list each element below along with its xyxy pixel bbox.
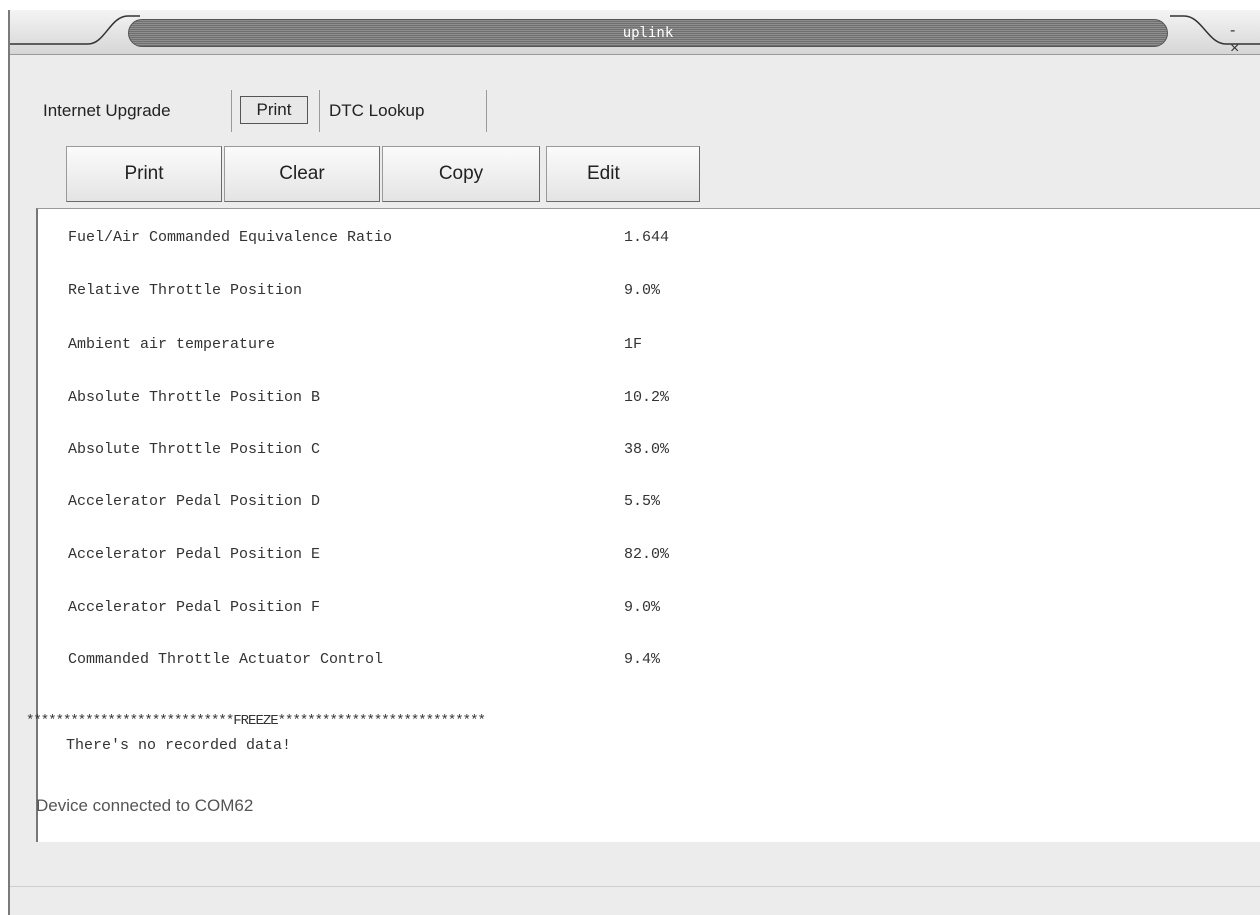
title-pill: uplink xyxy=(128,19,1168,47)
reading-label: Relative Throttle Position xyxy=(68,282,303,299)
reading-label: Fuel/Air Commanded Equivalence Ratio xyxy=(68,229,393,246)
status-text: Device connected to COM62 xyxy=(36,796,254,815)
tab-dtc-lookup[interactable]: DTC Lookup xyxy=(321,90,487,132)
reading-value: 10.2% xyxy=(624,389,670,406)
clear-button[interactable]: Clear xyxy=(224,146,380,202)
reading-label: Ambient air temperature xyxy=(68,336,276,353)
title-bar[interactable]: uplink - × xyxy=(10,10,1260,58)
reading-label: Commanded Throttle Actuator Control xyxy=(68,651,384,668)
freeze-message: There's no recorded data! xyxy=(66,737,292,754)
reading-value: 82.0% xyxy=(624,546,670,563)
tab-print[interactable]: Print xyxy=(232,90,320,132)
reading-label: Accelerator Pedal Position D xyxy=(68,493,321,510)
status-bar-divider xyxy=(10,886,1260,887)
freeze-separator: ****************************FREEZE******… xyxy=(26,713,486,729)
reading-value: 5.5% xyxy=(624,493,661,510)
reading-value: 9.0% xyxy=(624,599,661,616)
print-output-textarea[interactable]: Fuel/Air Commanded Equivalence Ratio 1.6… xyxy=(26,208,1260,842)
reading-label: Accelerator Pedal Position E xyxy=(68,546,321,563)
reading-label: Accelerator Pedal Position F xyxy=(68,599,321,616)
tab-internet-upgrade[interactable]: Internet Upgrade xyxy=(35,90,232,132)
copy-button[interactable]: Copy xyxy=(382,146,540,202)
app-window: uplink - × Internet Upgrade Print DTC Lo… xyxy=(8,10,1260,915)
window-controls[interactable]: - × xyxy=(1230,22,1260,58)
tab-print-label: Print xyxy=(240,96,308,124)
reading-value: 38.0% xyxy=(624,441,670,458)
window-title: uplink xyxy=(622,25,674,41)
print-button[interactable]: Print xyxy=(66,146,222,202)
reading-value: 1.644 xyxy=(624,229,670,246)
reading-label: Absolute Throttle Position B xyxy=(68,389,321,406)
reading-label: Absolute Throttle Position C xyxy=(68,441,321,458)
reading-value: 9.4% xyxy=(624,651,661,668)
title-bar-left-corner xyxy=(10,15,140,45)
reading-value: 9.0% xyxy=(624,282,661,299)
reading-value: 1F xyxy=(624,336,643,353)
edit-button[interactable]: Edit xyxy=(546,146,700,202)
